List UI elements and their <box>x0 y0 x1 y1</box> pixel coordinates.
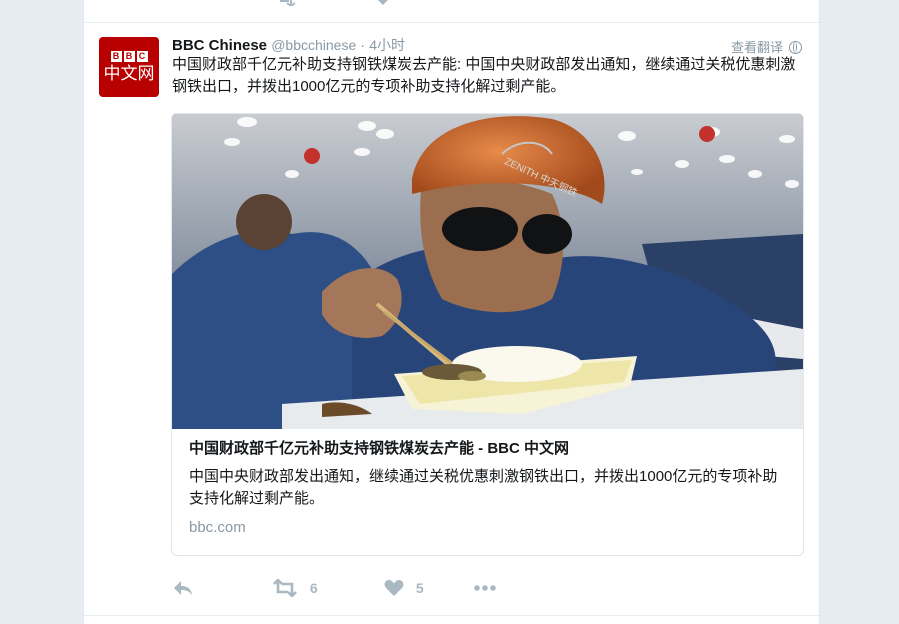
separator-dot: · <box>360 37 366 53</box>
bbc-letter-b2: B <box>123 51 135 62</box>
retweet-icon <box>273 578 297 599</box>
link-card[interactable]: ZENITH 中天钢铁 中国财政部千亿元补助支持钢铁煤炭去产能 - BBC 中文… <box>171 113 804 556</box>
author-name[interactable]: BBC Chinese <box>172 37 267 54</box>
retweet-count: 6 <box>309 580 318 597</box>
avatar-label: 中文网 <box>103 64 155 83</box>
tweet-timestamp[interactable]: 4小时 <box>369 37 405 53</box>
prev-retweet-icon[interactable] <box>274 0 298 8</box>
translate-label: 查看翻译 <box>730 40 783 55</box>
retweet-button[interactable]: 6 <box>272 578 318 603</box>
more-icon <box>474 585 496 592</box>
card-domain[interactable]: bbc.com <box>189 519 789 536</box>
worker-eating-photo: ZENITH 中天钢铁 <box>172 114 803 429</box>
tweet-header: BBC Chinese @bbcchinese · 4小时 查看翻译 <box>172 35 802 55</box>
bbc-letter-c: C <box>136 51 148 62</box>
bbc-letter-b1: B <box>110 51 122 62</box>
prev-heart-icon[interactable] <box>374 0 392 8</box>
reply-button[interactable] <box>172 579 194 603</box>
timeline: BBC 中文网 BBC Chinese @bbcchinese · 4小时 查看… <box>83 0 820 624</box>
tweet-actions: 6 5 <box>172 578 572 603</box>
tweet-divider <box>84 615 819 616</box>
author-handle[interactable]: @bbcchinese <box>271 37 356 53</box>
previous-tweet-actions <box>84 0 819 23</box>
tweet-text: 中国财政部千亿元补助支持钢铁煤炭去产能: 中国中央财政部发出通知，继续通过关税优… <box>172 56 796 95</box>
card-description: 中国中央财政部发出通知，继续通过关税优惠刺激钢铁出口，并拨出1000亿元的专项补… <box>189 468 778 507</box>
card-title[interactable]: 中国财政部千亿元补助支持钢铁煤炭去产能 - BBC 中文网 <box>189 438 789 460</box>
avatar[interactable]: BBC 中文网 <box>99 37 159 97</box>
globe-icon <box>789 41 802 54</box>
like-button[interactable]: 5 <box>384 579 424 603</box>
like-count: 5 <box>415 580 424 597</box>
more-button[interactable] <box>472 579 498 603</box>
bbc-logo: BBC <box>99 46 159 64</box>
card-body: 中国财政部千亿元补助支持钢铁煤炭去产能 - BBC 中文网 中国中央财政部发出通… <box>189 436 789 536</box>
heart-icon <box>384 580 404 597</box>
tweet[interactable]: BBC 中文网 BBC Chinese @bbcchinese · 4小时 查看… <box>84 23 819 623</box>
reply-icon <box>174 581 192 596</box>
card-image: ZENITH 中天钢铁 <box>172 114 803 429</box>
